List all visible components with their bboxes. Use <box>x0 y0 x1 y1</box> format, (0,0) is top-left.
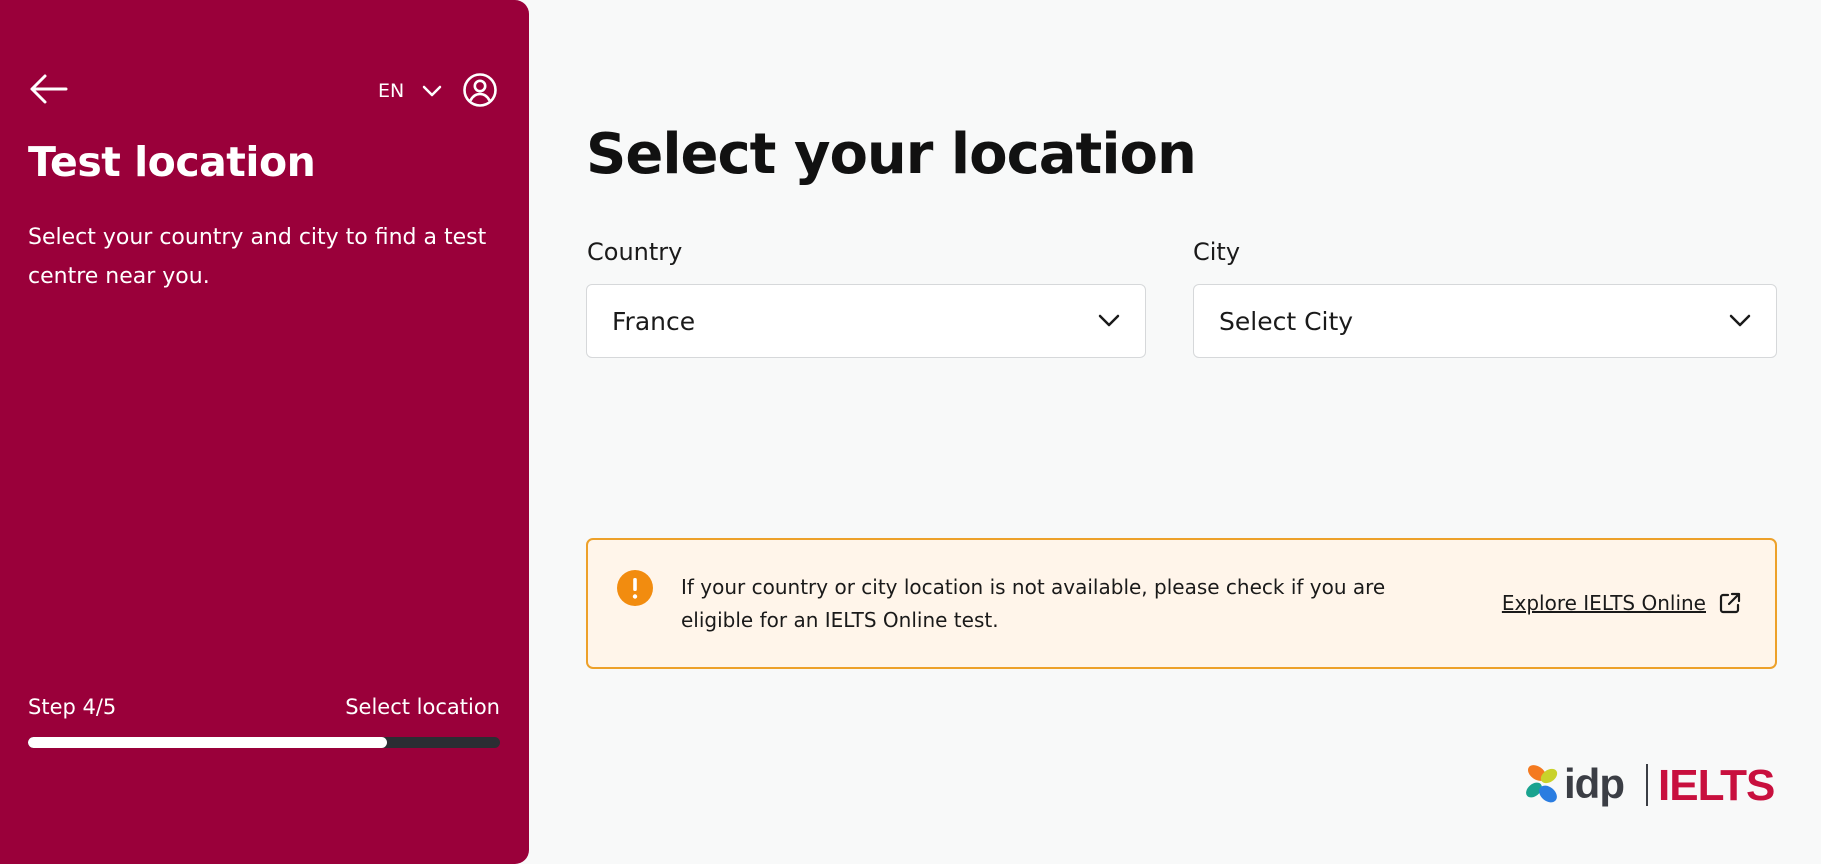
city-label: City <box>1193 238 1241 266</box>
language-label: EN <box>378 80 405 102</box>
sidebar-panel: EN Test location Select your country and… <box>0 0 529 864</box>
back-button[interactable] <box>28 72 68 106</box>
progress-bar-fill <box>28 737 387 748</box>
external-link-icon <box>1719 592 1741 614</box>
panel-title: Test location <box>28 138 316 186</box>
panel-description: Select your country and city to find a t… <box>28 225 487 289</box>
city-select-value: Select City <box>1219 306 1354 336</box>
availability-alert: If your country or city location is not … <box>586 538 1777 669</box>
city-select[interactable]: Select City <box>1193 284 1777 358</box>
idp-ielts-logo: idp IELTS <box>1526 760 1775 810</box>
account-button[interactable] <box>462 72 498 108</box>
explore-link-label: Explore IELTS Online <box>1501 591 1706 615</box>
step-name: Select location <box>345 695 500 719</box>
country-select[interactable]: France <box>586 284 1146 358</box>
explore-ielts-online-link[interactable]: Explore IELTS Online <box>1502 591 1742 615</box>
idp-leaf-icon <box>1526 765 1558 803</box>
idp-wordmark: idp <box>1564 760 1624 807</box>
progress-bar <box>28 737 500 748</box>
alert-message: If your country or city location is not … <box>681 575 1386 632</box>
exclamation-circle-icon <box>617 570 653 606</box>
country-select-value: France <box>612 306 696 336</box>
chevron-down-icon <box>1098 314 1120 327</box>
chevron-down-icon <box>422 85 442 97</box>
user-circle-icon <box>463 73 497 107</box>
arrow-left-icon <box>30 74 68 104</box>
step-counter: Step 4/5 <box>28 695 117 719</box>
country-label: Country <box>587 238 683 266</box>
chevron-down-icon <box>1729 314 1751 327</box>
page: EN Test location Select your country and… <box>0 0 1821 864</box>
page-title: Select your location <box>586 122 1197 187</box>
logo-divider <box>1646 764 1648 806</box>
language-selector[interactable]: EN <box>378 76 442 106</box>
ielts-wordmark: IELTS <box>1658 761 1774 810</box>
